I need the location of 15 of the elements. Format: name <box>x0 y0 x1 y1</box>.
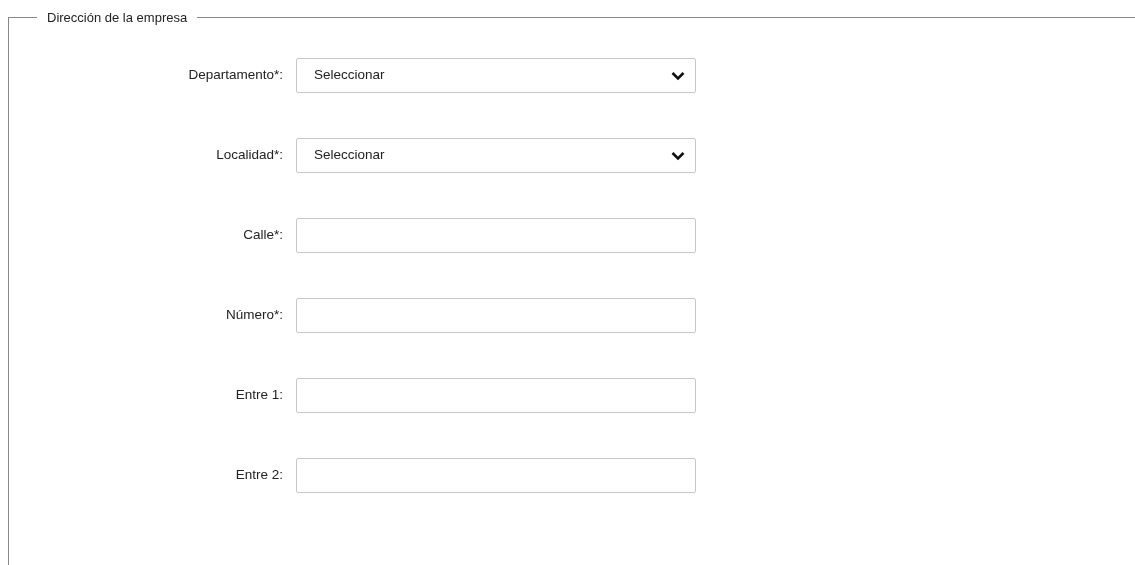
field-label: Localidad*: <box>215 146 284 165</box>
text-field[interactable] <box>296 458 696 493</box>
text-field[interactable] <box>296 378 696 413</box>
section-legend: Dirección de la empresa <box>47 10 188 25</box>
text-field[interactable] <box>296 218 696 253</box>
field-label: Entre 1: <box>234 386 284 405</box>
field-label: Número*: <box>224 306 284 325</box>
chevron-down-icon <box>671 150 685 161</box>
chevron-down-icon <box>671 70 685 81</box>
dropdown[interactable]: Seleccionar <box>296 138 696 173</box>
dropdown[interactable]: Seleccionar <box>296 58 696 93</box>
field-label: Calle*: <box>242 226 284 245</box>
field-label: Entre 2: <box>234 466 284 485</box>
text-field[interactable] <box>296 298 696 333</box>
field-label: Departamento*: <box>187 66 284 85</box>
